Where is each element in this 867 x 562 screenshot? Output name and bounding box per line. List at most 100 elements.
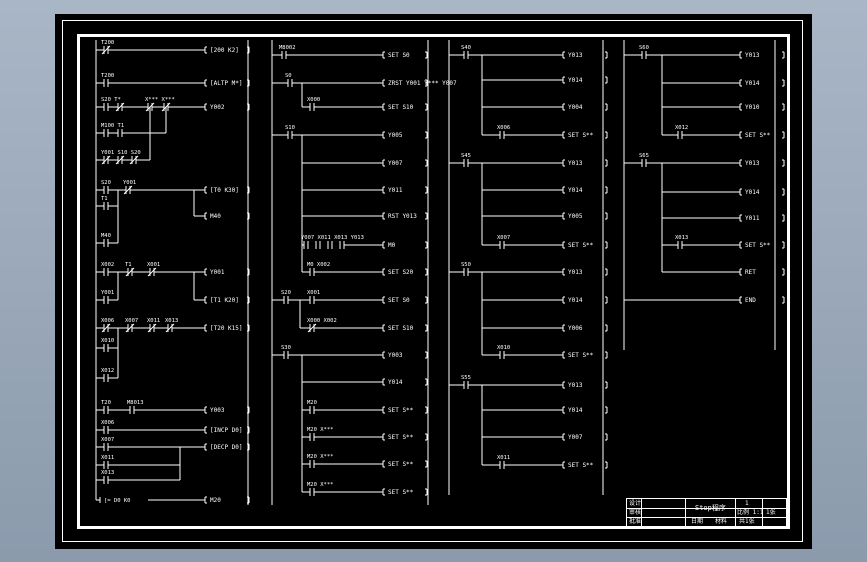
contact-label: S20 (101, 180, 111, 186)
coil-label: [INCP D0] (210, 427, 243, 434)
tb-approver: 批准 (629, 518, 642, 525)
coil-label: Y005 (388, 132, 403, 139)
contact-label: S55 (461, 375, 471, 381)
coil-label: Y005 (568, 213, 583, 220)
contact-label: M20 X*** (307, 427, 334, 433)
tb-total: 共1张 (739, 518, 755, 525)
coil-label: SET S** (568, 242, 594, 249)
contact-label: S0 (285, 73, 292, 79)
coil-label: Y013 (745, 160, 760, 167)
coil-label: SET S20 (388, 269, 414, 276)
coil-label: RST Y013 (388, 213, 417, 220)
coil-label: [DECP D0] (210, 444, 243, 451)
compare-label: [= D0 K0 (104, 498, 131, 504)
contact-label: M20 X*** (307, 454, 334, 460)
coil-label: END (745, 297, 756, 304)
contact-label: T1 (101, 196, 108, 202)
contact-label: Y001 (101, 290, 114, 296)
coil-label: Y014 (568, 77, 583, 84)
contact-label: T20 (101, 400, 111, 406)
coil-label: Y013 (568, 52, 583, 59)
coil-label: SET S** (568, 352, 594, 359)
contact-label: M20 X*** (307, 482, 334, 488)
contact-label: X011 (147, 318, 160, 324)
contact-label: X010 (497, 345, 510, 351)
coil-label: M0 (388, 242, 396, 249)
coil-label: SET S** (388, 461, 414, 468)
tb-material: 材料 (715, 518, 728, 525)
contact-label: S10 (285, 125, 295, 131)
coil-label: RET (745, 269, 756, 276)
coil-label: SET S** (568, 132, 594, 139)
contact-label: S40 (461, 45, 471, 51)
contact-label: M8002 (279, 45, 296, 51)
coil-label: [200 K2] (210, 47, 239, 54)
coil-label: Y004 (568, 104, 583, 111)
coil-label: Y013 (568, 160, 583, 167)
tb-date: 日期 (691, 518, 704, 525)
coil-label: SET S** (388, 407, 414, 414)
coil-label: Y013 (745, 52, 760, 59)
coil-label: SET S** (745, 132, 771, 139)
contact-label: M100 T1 (101, 123, 124, 129)
contact-label: X012 (101, 368, 114, 374)
contact-label: T1 (125, 262, 132, 268)
tb-scale: 比例 1:1 (737, 509, 764, 516)
coil-label: M40 (210, 213, 221, 220)
contact-label: S20 T* (101, 97, 121, 103)
tb-drawing-name: Stop程序 (695, 504, 726, 512)
coil-label: Y014 (568, 187, 583, 194)
contact-label: X013 (675, 235, 688, 241)
coil-label: Y007 (388, 160, 403, 167)
contact-label: X000 (307, 97, 320, 103)
contact-label: S65 (639, 153, 649, 159)
ladder-diagram: T200 [200 K2] T200 [ALTP M*] S20 T* X*** X***… (95, 40, 785, 505)
coil-label: [T20 K15] (210, 325, 243, 332)
contact-label: X007 (101, 437, 114, 443)
title-block: 设计 审核 批准 Stop程序 日期 材料 比例 1:1 1 1张 共1张 (626, 498, 787, 527)
coil-label: SET S10 (388, 104, 414, 111)
coil-label: ZRST Y001 Y*** Y007 (388, 80, 457, 87)
coil-label: SET S** (388, 489, 414, 496)
coil-label: Y014 (568, 407, 583, 414)
coil-label: Y013 (568, 382, 583, 389)
contact-label: X007 (125, 318, 138, 324)
coil-label: SET S0 (388, 52, 410, 59)
coil-label: SET S** (388, 434, 414, 441)
coil-label: SET S0 (388, 297, 410, 304)
contact-label: M40 (101, 233, 111, 239)
coil-label: [ALTP M*] (210, 80, 243, 87)
contact-label: X*** X*** (145, 97, 175, 103)
coil-label: Y014 (388, 379, 403, 386)
coil-label: Y007 (568, 434, 583, 441)
coil-label: M20 (210, 497, 221, 504)
contact-label: S60 (639, 45, 649, 51)
coil-label: Y003 (388, 352, 403, 359)
contact-label: X012 (675, 125, 688, 131)
contact-label: Y007 X011 X013 Y013 (301, 235, 364, 241)
tb-number: 1 (745, 500, 749, 507)
contact-label: X000 X002 (307, 318, 337, 324)
contact-label: Y001 (123, 180, 136, 186)
coil-label: Y011 (745, 215, 760, 222)
contact-label: M0 X002 (307, 262, 330, 268)
coil-label: Y006 (568, 325, 583, 332)
tb-designer: 设计 (629, 500, 642, 507)
contact-label: S20 (281, 290, 291, 296)
contact-label: M8013 (127, 400, 144, 406)
contact-label: X013 (165, 318, 178, 324)
coil-label: Y001 (210, 269, 225, 276)
coil-label: SET S10 (388, 325, 414, 332)
contact-label: X001 (307, 290, 320, 296)
contact-label: X011 (101, 455, 114, 461)
contact-label: M20 (307, 400, 317, 406)
coil-label: Y013 (568, 269, 583, 276)
coil-label: [T1 K20] (210, 297, 239, 304)
contact-label: Y001 S10 S20 (101, 150, 141, 156)
contact-label: X011 (497, 455, 510, 461)
coil-label: Y014 (568, 297, 583, 304)
coil-label: Y003 (210, 407, 225, 414)
coil-label: Y011 (388, 187, 403, 194)
contact-label: S45 (461, 153, 471, 159)
coil-label: SET S** (745, 242, 771, 249)
